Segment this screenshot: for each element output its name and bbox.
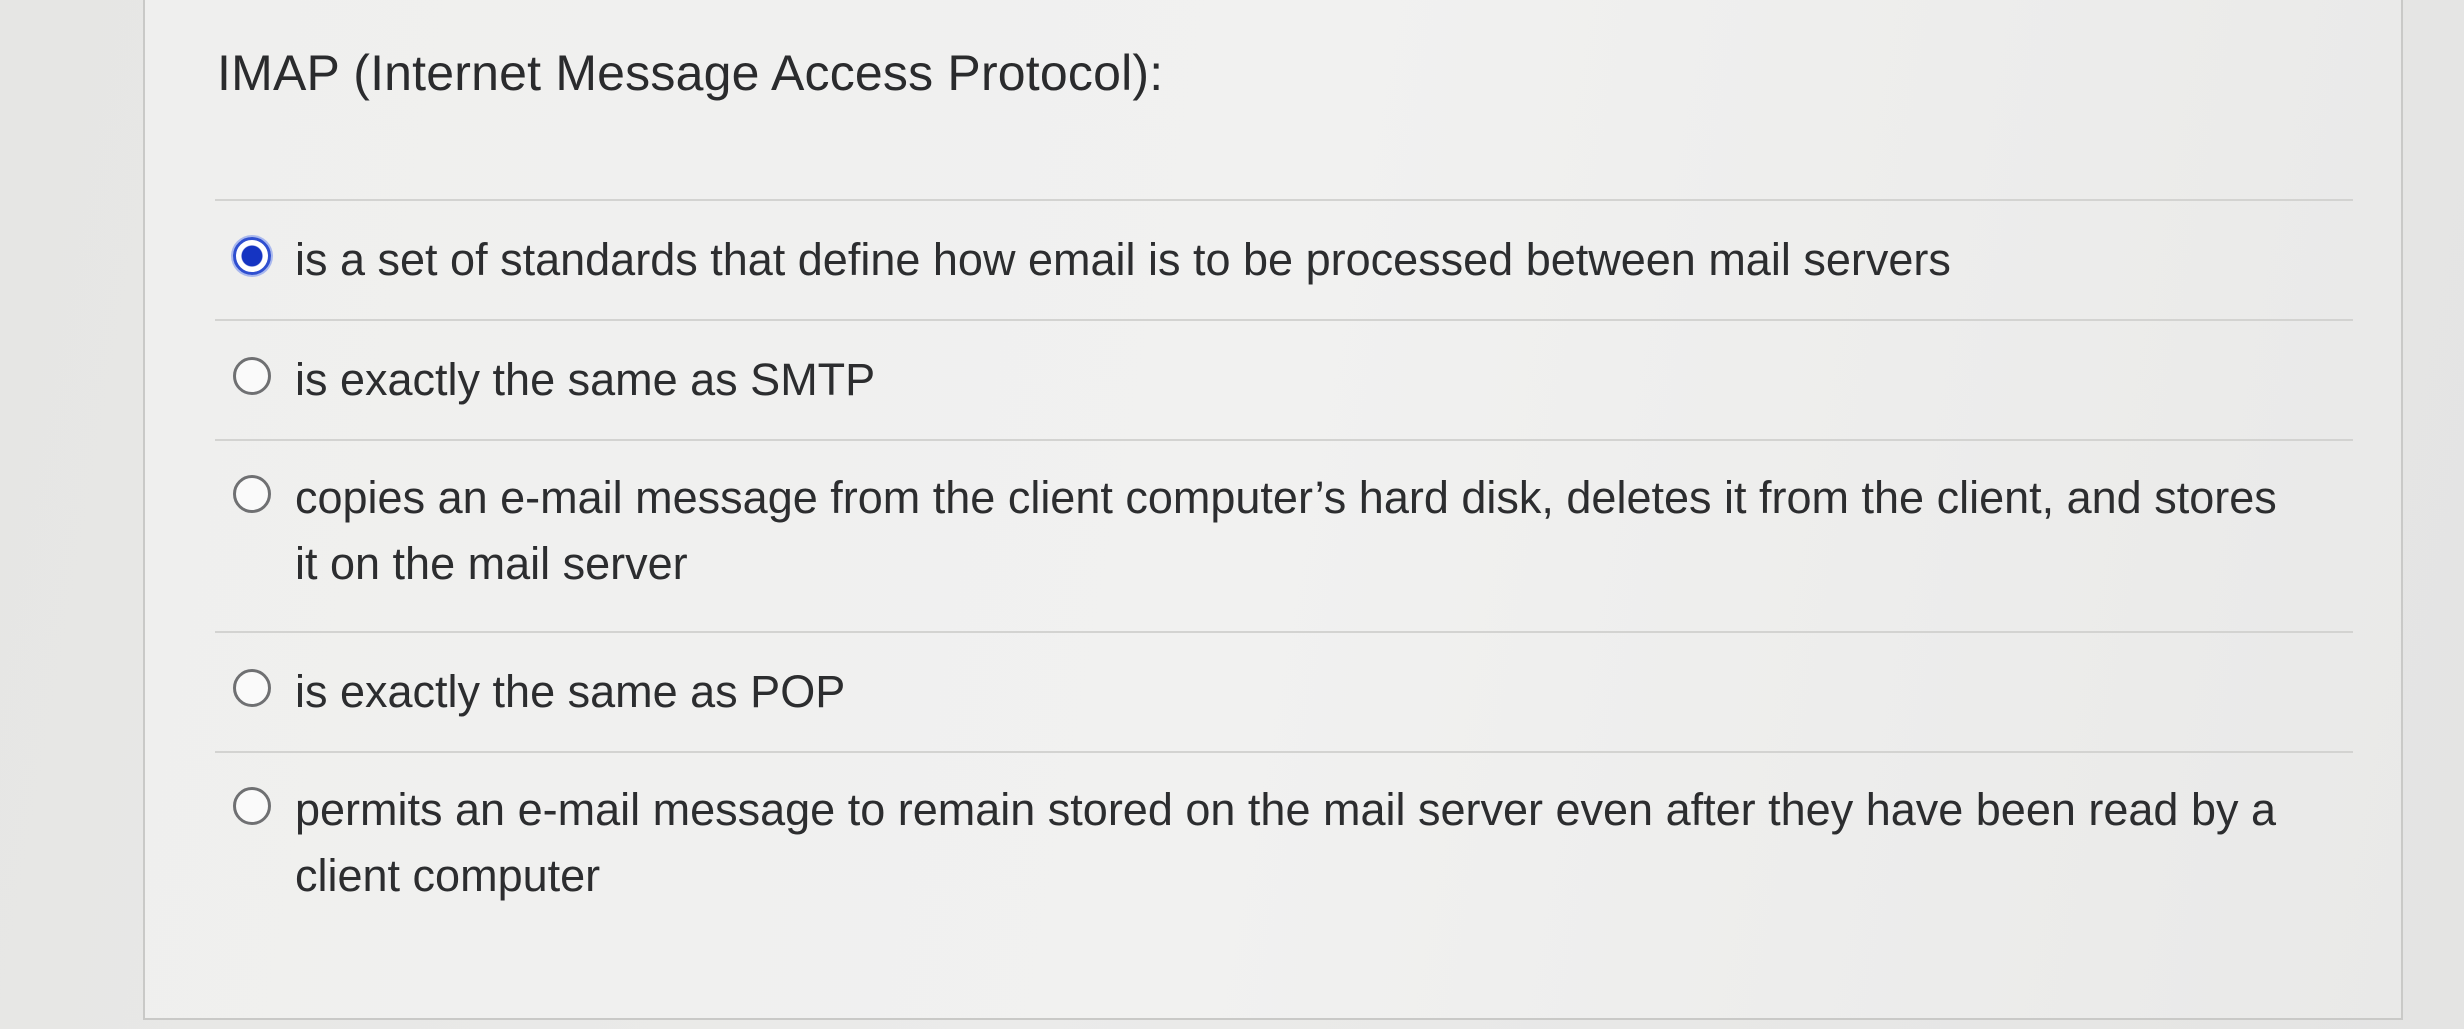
answer-list: is a set of standards that define how em…: [215, 199, 2353, 943]
radio-unselected-icon[interactable]: [233, 669, 271, 707]
answer-option-label: permits an e-mail message to remain stor…: [295, 784, 2277, 901]
quiz-question-panel: IMAP (Internet Message Access Protocol):…: [143, 0, 2403, 1020]
answer-option-4[interactable]: is exactly the same as POP: [215, 633, 2353, 751]
answer-option-label: is exactly the same as SMTP: [295, 354, 876, 405]
radio-unselected-icon[interactable]: [233, 357, 271, 395]
radio-selected-icon[interactable]: [233, 237, 271, 275]
answer-option-label: is exactly the same as POP: [295, 666, 846, 717]
answer-option-label: copies an e-mail message from the client…: [295, 472, 2277, 589]
answer-option-5[interactable]: permits an e-mail message to remain stor…: [215, 753, 2353, 943]
radio-unselected-icon[interactable]: [233, 475, 271, 513]
answer-option-1[interactable]: is a set of standards that define how em…: [215, 201, 2353, 319]
answer-option-label: is a set of standards that define how em…: [295, 234, 1951, 285]
question-prompt: IMAP (Internet Message Access Protocol):: [217, 45, 1164, 101]
answer-option-2[interactable]: is exactly the same as SMTP: [215, 321, 2353, 439]
answer-option-3[interactable]: copies an e-mail message from the client…: [215, 441, 2353, 631]
radio-unselected-icon[interactable]: [233, 787, 271, 825]
